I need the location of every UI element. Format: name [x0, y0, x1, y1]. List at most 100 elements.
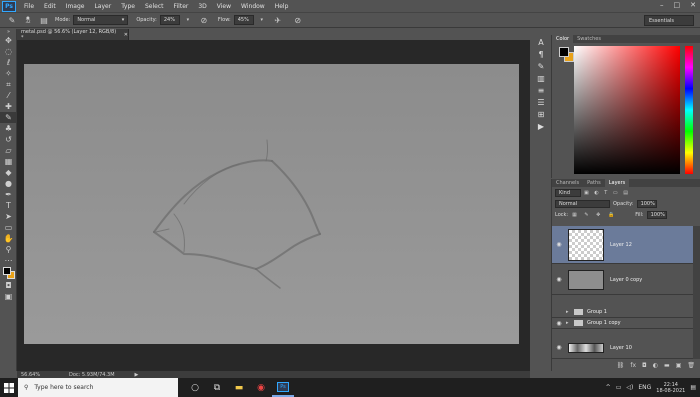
chrome-icon[interactable]: ◉ [250, 378, 272, 397]
fill-input[interactable]: 100% [646, 210, 667, 219]
brush-presets-icon[interactable]: ▥ [533, 73, 549, 83]
foreground-color-swatch[interactable] [3, 267, 11, 275]
menu-file[interactable]: File [19, 3, 39, 10]
tab-paths[interactable]: Paths [583, 179, 605, 187]
chevron-down-icon[interactable]: ▾ [256, 15, 268, 26]
tab-swatches[interactable]: Swatches [573, 35, 605, 43]
show-hidden-icons[interactable]: ^ [606, 384, 611, 391]
layer-opacity-input[interactable]: 100% [636, 199, 657, 208]
crop-tool-icon[interactable]: ⌗ [0, 79, 17, 90]
history-brush-tool-icon[interactable]: ↺ [0, 134, 17, 145]
shape-tool-icon[interactable]: ▭ [0, 222, 17, 233]
visibility-eye-icon[interactable]: ◉ [552, 276, 566, 283]
brush-panel-icon[interactable]: ✎ [533, 61, 549, 71]
file-explorer-icon[interactable]: ▬ [228, 378, 250, 397]
tab-layers[interactable]: Layers [604, 179, 630, 187]
screen-mode-icon[interactable]: ▣ [0, 291, 17, 302]
chevron-down-icon[interactable]: ▾ [182, 15, 194, 26]
airbrush-icon[interactable]: ✈ [272, 15, 284, 26]
filter-kind-select[interactable]: Kind [555, 188, 581, 197]
delete-layer-icon[interactable]: 🗑 [687, 362, 695, 369]
history-icon[interactable]: ⊞ [533, 109, 549, 119]
layers-scrollbar[interactable] [693, 226, 700, 359]
more-tools-icon[interactable]: ⋯ [0, 255, 17, 266]
eraser-tool-icon[interactable]: ▱ [0, 145, 17, 156]
blend-mode-select[interactable]: Normal [555, 199, 610, 208]
link-layers-icon[interactable]: ⛓ [617, 362, 625, 369]
lasso-tool-icon[interactable]: ℓ [0, 57, 17, 68]
layer-row[interactable]: ◉ Layer 10 [552, 337, 694, 359]
filter-icons[interactable]: ▣ ◐ T ▭ ▤ [584, 190, 630, 196]
marquee-tool-icon[interactable]: ◌ [0, 46, 17, 57]
close-icon[interactable]: ✕ [124, 32, 128, 38]
maximize-button[interactable]: □ [674, 1, 681, 9]
layer-style-icon[interactable]: fx [630, 362, 636, 369]
adjustment-layer-icon[interactable]: ◐ [653, 362, 658, 369]
close-button[interactable]: ✕ [690, 1, 696, 9]
canvas[interactable] [24, 64, 519, 344]
brush-panel-icon[interactable]: ▤ [38, 15, 50, 26]
zoom-level[interactable]: 56.64% [21, 372, 59, 378]
new-layer-icon[interactable]: ▣ [676, 362, 682, 369]
character-panel-icon[interactable]: A [533, 37, 549, 47]
menu-layer[interactable]: Layer [89, 3, 116, 10]
menu-select[interactable]: Select [140, 3, 169, 10]
menu-view[interactable]: View [212, 3, 236, 10]
cortana-icon[interactable]: ○ [184, 378, 206, 397]
task-view-icon[interactable]: ⧉ [206, 378, 228, 397]
menu-window[interactable]: Window [236, 3, 270, 10]
visibility-eye-icon[interactable]: ◉ [552, 241, 566, 248]
menu-3d[interactable]: 3D [193, 3, 211, 10]
quick-mask-icon[interactable]: ◘ [0, 280, 17, 291]
layer-row[interactable]: ◉ Layer 0 copy [552, 265, 694, 295]
photoshop-taskbar-icon[interactable]: Ps [272, 378, 294, 397]
menu-filter[interactable]: Filter [169, 3, 194, 10]
notifications-icon[interactable]: ▤ [690, 384, 696, 391]
language-indicator[interactable]: ENG [638, 384, 651, 391]
color-picker-field[interactable] [574, 46, 680, 174]
dodge-tool-icon[interactable]: ● [0, 178, 17, 189]
gradient-tool-icon[interactable]: ▦ [0, 156, 17, 167]
group-row[interactable]: ◉ ▸ Group 1 copy [552, 318, 694, 329]
brush-tool-icon[interactable]: ✎ [0, 112, 17, 123]
volume-icon[interactable]: ◁) [626, 384, 633, 391]
pressure-size-icon[interactable]: ⊘ [292, 15, 304, 26]
eyedropper-tool-icon[interactable]: ⁄ [0, 90, 17, 101]
brush-tool-preset-icon[interactable]: ✎ [6, 15, 18, 26]
blur-tool-icon[interactable]: ◆ [0, 167, 17, 178]
new-group-icon[interactable]: ▬ [664, 362, 670, 369]
expand-arrow-icon[interactable]: ▸ [566, 320, 574, 326]
layer-row[interactable]: ◉ Layer 12 [552, 226, 694, 264]
move-tool-icon[interactable]: ✥ [0, 35, 17, 46]
visibility-eye-icon[interactable]: ◉ [552, 344, 566, 351]
status-menu-arrow-icon[interactable]: ▶ [135, 372, 139, 378]
clone-stamp-tool-icon[interactable]: ♣ [0, 123, 17, 134]
fg-bg-swatch[interactable] [559, 47, 575, 63]
mode-select[interactable]: Normal ▾ [73, 15, 129, 25]
hand-tool-icon[interactable]: ✋ [0, 233, 17, 244]
properties-icon[interactable]: ☰ [533, 97, 549, 107]
group-row[interactable]: ▸ Group 1 [552, 307, 694, 318]
workspace-select[interactable]: Essentials [644, 15, 694, 26]
visibility-eye-icon[interactable]: ◉ [552, 320, 566, 327]
menu-edit[interactable]: Edit [39, 3, 61, 10]
brush-size-picker[interactable]: ● 32 [22, 15, 34, 26]
tab-channels[interactable]: Channels [552, 179, 583, 187]
type-tool-icon[interactable]: T [0, 200, 17, 211]
foreground-color-swatch[interactable] [559, 47, 569, 57]
menu-image[interactable]: Image [61, 3, 90, 10]
quick-selection-tool-icon[interactable]: ✧ [0, 68, 17, 79]
add-mask-icon[interactable]: ◘ [642, 362, 647, 369]
menu-help[interactable]: Help [270, 3, 294, 10]
adjustments-icon[interactable]: ≡ [533, 85, 549, 95]
network-icon[interactable]: ▭ [616, 384, 622, 391]
tab-color[interactable]: Color [552, 35, 574, 43]
windows-start-button[interactable] [0, 378, 18, 397]
lock-icons[interactable]: ▦ ✎ ✥ 🔒 [572, 212, 617, 218]
paragraph-panel-icon[interactable]: ¶ [533, 49, 549, 59]
healing-brush-tool-icon[interactable]: ✚ [0, 101, 17, 112]
minimize-button[interactable]: – [660, 1, 664, 9]
opacity-input[interactable]: 24% [159, 15, 180, 25]
pressure-opacity-icon[interactable]: ⊘ [198, 15, 210, 26]
hue-slider[interactable] [685, 46, 693, 174]
